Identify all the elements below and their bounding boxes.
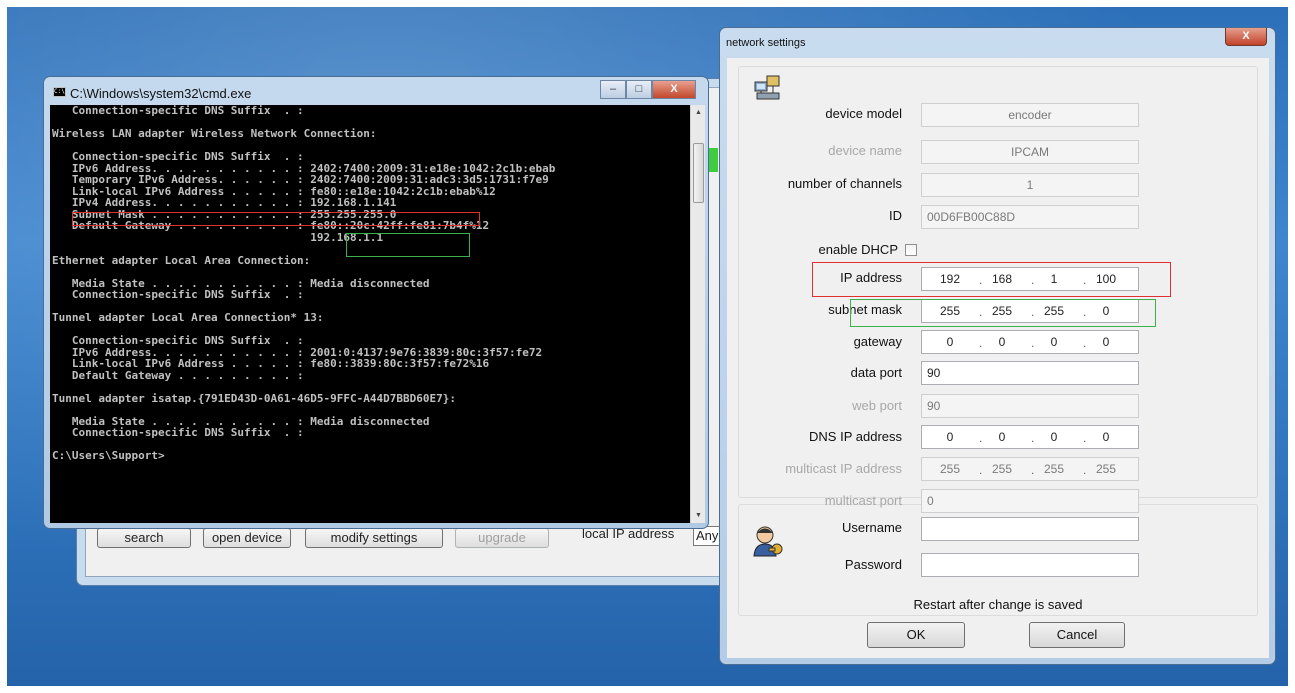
console-line: Connection-specific DNS Suffix . : xyxy=(52,426,304,439)
web-port-label: web port xyxy=(852,398,902,413)
password-field[interactable] xyxy=(921,553,1139,577)
open-device-button[interactable]: open device xyxy=(203,528,291,548)
multicast-port-label: multicast port xyxy=(824,493,902,508)
modify-settings-button[interactable]: modify settings xyxy=(305,528,443,548)
search-button[interactable]: search xyxy=(97,528,191,548)
ip-octet[interactable]: 255 xyxy=(1034,458,1074,480)
username-label: Username xyxy=(842,520,902,535)
ip-octet[interactable]: 0 xyxy=(1034,331,1074,353)
console-line: Link-local IPv6 Address . . . . . : fe80… xyxy=(52,357,490,370)
multicast-ip-label: multicast IP address xyxy=(785,461,902,476)
maximize-button[interactable]: □ xyxy=(626,80,652,99)
console-line: Connection-specific DNS Suffix . : xyxy=(52,150,304,163)
console-line: C:\Users\Support> xyxy=(52,449,165,462)
device-model-label: device model xyxy=(825,106,902,121)
cmd-icon: C:\ xyxy=(53,87,66,97)
dialog-body: device model encoder device name IPCAM n… xyxy=(727,58,1269,658)
close-button[interactable]: X xyxy=(652,80,696,99)
channels-field: 1 xyxy=(921,173,1139,197)
dhcp-label: enable DHCP xyxy=(818,242,899,257)
ip-octet[interactable]: 0 xyxy=(1086,426,1126,448)
subnet-mask-field-highlight xyxy=(812,262,1171,297)
subnet-mask-highlight xyxy=(72,212,480,226)
network-settings-window[interactable]: network settings X device model encoder … xyxy=(719,27,1276,665)
multicast-ip-field: 255. 255. 255. 255 xyxy=(921,457,1139,481)
cmd-window[interactable]: C:\ C:\Windows\system32\cmd.exe – □ X Co… xyxy=(43,76,709,529)
ip-octet[interactable]: 0 xyxy=(982,426,1022,448)
ip-octet[interactable]: 255 xyxy=(982,458,1022,480)
channels-label: number of channels xyxy=(787,176,902,191)
id-label: ID xyxy=(889,208,902,223)
upgrade-button[interactable]: upgrade xyxy=(455,528,549,548)
dialog-close-button[interactable]: X xyxy=(1225,28,1267,46)
console-line: Connection-specific DNS Suffix . : xyxy=(52,334,304,347)
console-line: Default Gateway . . . . . . . . . : xyxy=(52,368,304,382)
device-model-field: encoder xyxy=(921,103,1139,127)
ip-octet[interactable]: 0 xyxy=(982,331,1022,353)
dhcp-checkbox[interactable] xyxy=(905,244,917,256)
web-port-field: 90 xyxy=(921,394,1139,418)
ip-octet[interactable]: 0 xyxy=(1086,331,1126,353)
console-line: IPv4 Address. . . . . . . . . . . : 192.… xyxy=(52,196,397,209)
device-name-label: device name xyxy=(828,143,902,158)
console-line: Tunnel adapter isatap.{791ED43D-0A61-46D… xyxy=(52,391,456,405)
dialog-title: network settings xyxy=(726,37,806,49)
console-line: Tunnel adapter Local Area Connection* 13… xyxy=(52,311,324,324)
device-name-field: IPCAM xyxy=(921,140,1139,164)
console-scrollbar[interactable]: ▲ ▼ xyxy=(690,105,705,523)
ip-octet[interactable]: 0 xyxy=(930,331,970,353)
scroll-down-arrow-icon[interactable]: ▼ xyxy=(691,508,706,523)
cmd-window-title: C:\Windows\system32\cmd.exe xyxy=(70,86,252,101)
scroll-thumb[interactable] xyxy=(693,143,704,203)
password-label: Password xyxy=(844,557,902,572)
dns-ip-field[interactable]: 0.0.0.0 xyxy=(921,425,1139,449)
ip-octet[interactable]: 255 xyxy=(1086,458,1126,480)
ip-octet[interactable]: 0 xyxy=(930,426,970,448)
network-devices-icon xyxy=(754,75,780,100)
console-line: Wireless LAN adapter Wireless Network Co… xyxy=(52,127,377,140)
restart-note: Restart after change is saved xyxy=(913,597,1083,612)
data-port-field[interactable]: 90 xyxy=(921,361,1139,385)
multicast-port-field: 0 xyxy=(921,489,1139,513)
username-field[interactable] xyxy=(921,517,1139,541)
ip-octet[interactable]: 255 xyxy=(930,458,970,480)
gateway-label: gateway xyxy=(853,334,902,349)
console-line: Connection-specific DNS Suffix . : xyxy=(52,288,304,301)
gateway-field[interactable]: 0.0.0.0 xyxy=(921,330,1139,354)
console-output[interactable]: Connection-specific DNS Suffix . : Wirele… xyxy=(50,105,690,523)
ok-button[interactable]: OK xyxy=(867,622,965,648)
id-field: 00D6FB00C88D xyxy=(921,205,1139,229)
console-line: Temporary IPv6 Address. . . . . . : 2402… xyxy=(52,173,549,186)
cancel-button[interactable]: Cancel xyxy=(1029,622,1125,648)
gateway-highlight xyxy=(346,233,470,257)
data-port-label: data port xyxy=(850,365,902,380)
scroll-up-arrow-icon[interactable]: ▲ xyxy=(691,105,706,120)
console-line: Connection-specific DNS Suffix . : xyxy=(52,105,304,117)
ip-octet[interactable]: 0 xyxy=(1034,426,1074,448)
minimize-button[interactable]: – xyxy=(600,80,626,99)
dns-ip-label: DNS IP address xyxy=(809,429,902,444)
gateway-field-highlight xyxy=(850,299,1156,327)
